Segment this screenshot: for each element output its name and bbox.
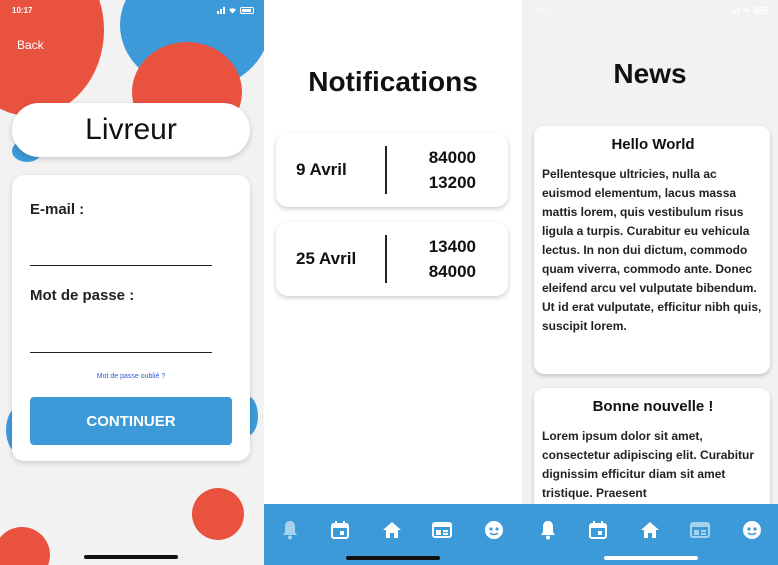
tab-news[interactable] [430,518,454,542]
wifi-icon [229,8,236,14]
notification-codes: 13400 84000 [416,234,476,284]
notification-card[interactable]: 25 Avril 13400 84000 [276,222,508,296]
page-title: Notifications [308,66,478,97]
email-field[interactable] [30,265,212,266]
divider [385,235,387,283]
bell-icon [283,521,297,540]
home-indicator [84,555,178,559]
calendar-icon [589,521,607,539]
tab-notifications[interactable] [278,518,302,542]
home-indicator [346,556,440,560]
newspaper-icon [690,522,710,538]
login-screen: 10:17 Back Livreur E-mail : Mot de passe… [0,0,264,565]
status-icons [731,7,768,14]
postal-code: 13400 [428,237,476,256]
battery-icon [240,7,254,14]
newspaper-icon [432,522,452,538]
battery-icon [754,7,768,14]
notification-date: 25 Avril [296,249,357,268]
tab-profile[interactable] [482,518,506,542]
tab-home[interactable] [638,518,662,542]
decor-circle [192,488,244,540]
continue-button[interactable]: CONTINUER [30,397,232,445]
status-bar: 10:17 [522,6,778,20]
bell-icon [541,521,555,540]
back-button[interactable]: Back [17,38,44,52]
email-label: E-mail : [30,201,85,218]
tab-home[interactable] [380,518,404,542]
home-icon [383,522,401,538]
postal-code: 84000 [428,148,476,167]
divider [385,146,387,194]
profile-icon [485,521,503,539]
password-label: Mot de passe : [30,287,135,304]
news-title: Bonne nouvelle ! [592,398,714,415]
profile-icon [743,521,761,539]
notification-card[interactable]: 9 Avril 84000 13200 [276,133,508,207]
tab-bar [522,504,778,565]
home-icon [641,522,659,538]
calendar-icon [331,521,349,539]
wifi-icon [743,8,750,14]
notification-date: 9 Avril [296,160,347,179]
tab-calendar[interactable] [586,518,610,542]
status-bar: 10:17 [0,6,264,20]
postal-code: 84000 [428,262,476,281]
news-screen: 10:17 News Hello World Pellentesque ultr… [522,0,778,565]
signal-icon [217,7,225,14]
notification-codes: 84000 13200 [416,145,476,195]
postal-code: 13200 [428,173,476,192]
signal-icon [731,7,739,14]
login-card: E-mail : Mot de passe : Mot de passe oub… [12,175,250,461]
status-time: 10:17 [534,6,555,15]
tab-bar [264,504,522,565]
news-body: Lorem ipsum dolor sit amet, consectetur … [542,429,755,500]
page-title: Livreur [12,103,250,157]
status-icons [217,7,254,14]
news-card[interactable]: Hello World Pellentesque ultricies, null… [534,126,770,374]
password-field[interactable] [30,352,212,353]
status-time: 10:17 [12,6,33,15]
tab-notifications[interactable] [536,518,560,542]
forgot-password-link[interactable]: Mot de passe oublié ? [12,373,250,380]
tab-calendar[interactable] [328,518,352,542]
decor-circle [0,527,50,565]
news-title: Hello World [611,136,695,153]
tab-profile[interactable] [740,518,764,542]
news-body: Pellentesque ultricies, nulla ac euismod… [542,167,762,333]
notifications-screen: Notifications 9 Avril 84000 13200 25 Avr… [264,0,522,565]
page-title: News [613,58,687,89]
home-indicator [604,556,698,560]
tab-news[interactable] [688,518,712,542]
